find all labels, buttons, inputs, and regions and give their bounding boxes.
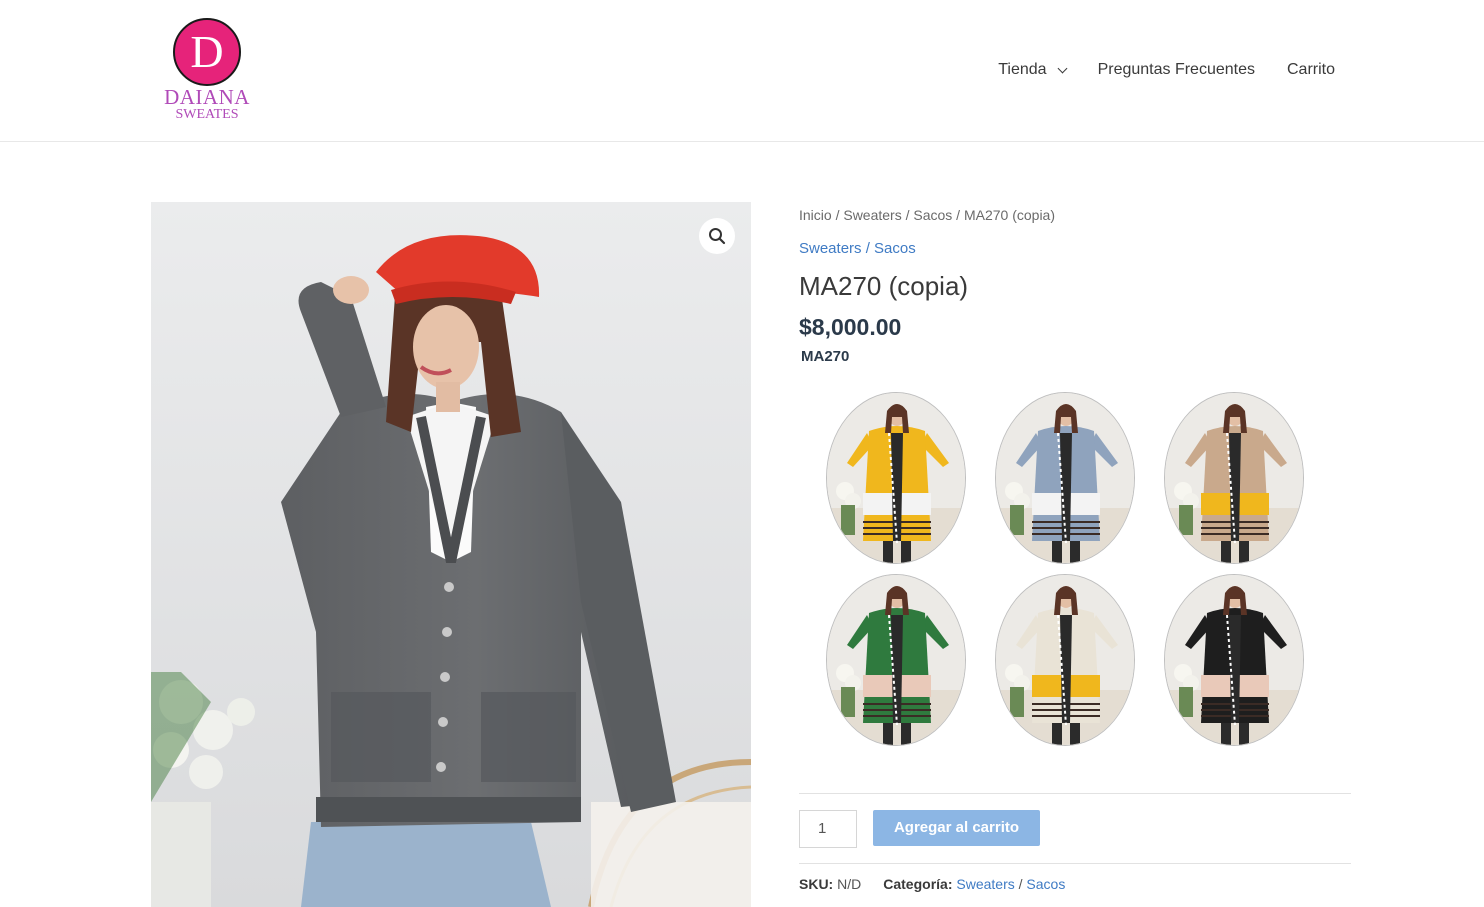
logo-circle: D bbox=[173, 18, 241, 86]
category-separator: / bbox=[861, 240, 875, 257]
product-categories: Sweaters / Sacos bbox=[799, 238, 1351, 260]
logo-letter: D bbox=[190, 26, 224, 77]
swatch-model-illustration bbox=[996, 575, 1134, 745]
nav-item-tienda[interactable]: Tienda bbox=[998, 58, 1068, 82]
swatch-image[interactable] bbox=[1164, 574, 1304, 746]
add-to-cart-button[interactable]: Agregar al carrito bbox=[873, 810, 1040, 846]
chevron-down-icon bbox=[1057, 63, 1068, 73]
product-price: $8,000.00 bbox=[799, 314, 902, 340]
nav-item-carrito[interactable]: Carrito bbox=[1287, 58, 1335, 82]
quantity-input[interactable]: 1 bbox=[799, 810, 857, 848]
category-link-sweaters[interactable]: Sweaters bbox=[799, 240, 862, 257]
product-code: MA270 bbox=[801, 348, 850, 365]
logo-subname: SWEATES bbox=[175, 107, 239, 122]
category-meta: Categoría: Sweaters / Sacos bbox=[883, 874, 1065, 894]
swatch-model-illustration bbox=[1165, 393, 1303, 563]
sku-value: N/D bbox=[837, 876, 862, 892]
category-link-sacos[interactable]: Sacos bbox=[874, 240, 916, 257]
swatch-image[interactable] bbox=[995, 574, 1135, 746]
divider bbox=[799, 863, 1351, 864]
nav-item-label: Preguntas Frecuentes bbox=[1097, 61, 1255, 78]
zoom-icon bbox=[709, 228, 726, 245]
site-logo[interactable]: D DAIANA SWEATES bbox=[163, 18, 255, 126]
swatch-model-illustration bbox=[827, 575, 965, 745]
main-nav: Tienda Preguntas Frecuentes Carrito bbox=[998, 58, 1335, 82]
product-meta: SKU: N/D Categoría: Sweaters / Sacos bbox=[799, 874, 1065, 894]
logo-name: DAIANA bbox=[164, 85, 250, 109]
product-title: MA270 (copia) bbox=[799, 271, 969, 301]
site-header: D DAIANA SWEATES Tienda Preguntas Frecue… bbox=[0, 0, 1484, 142]
swatch-image[interactable] bbox=[826, 574, 966, 746]
divider bbox=[799, 793, 1351, 794]
swatch-image[interactable] bbox=[826, 392, 966, 564]
meta-category-link-sweaters[interactable]: Sweaters bbox=[956, 876, 1014, 892]
category-label: Categoría: bbox=[883, 876, 953, 892]
sku-meta: SKU: N/D bbox=[799, 874, 861, 894]
zoom-button[interactable] bbox=[699, 218, 735, 254]
breadcrumb[interactable]: Inicio / Sweaters / Sacos / MA270 (copia… bbox=[799, 202, 1351, 228]
swatch-model-illustration bbox=[827, 393, 965, 563]
swatch-image[interactable] bbox=[995, 392, 1135, 564]
product-summary: Inicio / Sweaters / Sacos / MA270 (copia… bbox=[799, 202, 1351, 368]
sku-label: SKU: bbox=[799, 876, 834, 892]
swatch-model-illustration bbox=[1165, 575, 1303, 745]
nav-item-label: Carrito bbox=[1286, 61, 1335, 78]
nav-item-preguntas-frecuentes[interactable]: Preguntas Frecuentes bbox=[1098, 58, 1255, 82]
model-illustration bbox=[151, 202, 751, 907]
swatch-image[interactable] bbox=[1164, 392, 1304, 564]
meta-category-link-sacos[interactable]: Sacos bbox=[1026, 876, 1065, 892]
product-main-image[interactable] bbox=[151, 202, 751, 907]
swatch-model-illustration bbox=[996, 393, 1134, 563]
nav-item-label: Tienda bbox=[998, 61, 1047, 78]
meta-category-separator: / bbox=[1014, 876, 1027, 892]
